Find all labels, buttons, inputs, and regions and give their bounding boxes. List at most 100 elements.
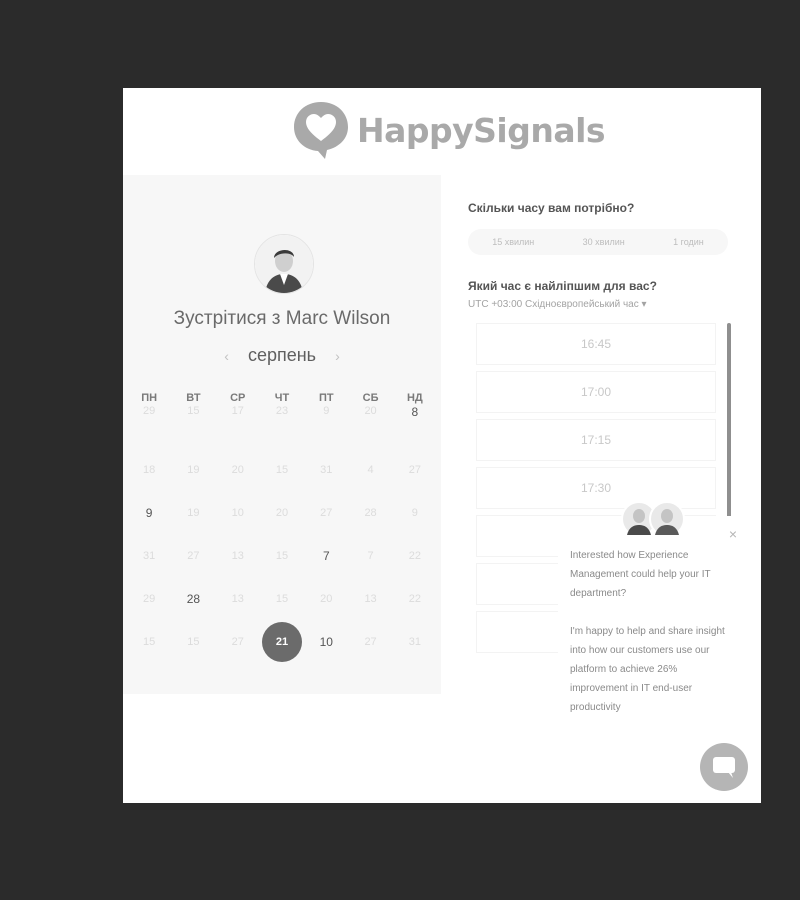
duration-option-30[interactable]: 30 хвилин [583, 237, 625, 247]
calendar-day-number: 13 [231, 549, 244, 562]
calendar-day-number: 27 [364, 635, 377, 648]
calendar-day: 31 [127, 534, 171, 577]
calendar-day: 28 [348, 491, 392, 534]
calendar-day: 10 [216, 491, 260, 534]
calendar-day: 13 [216, 534, 260, 577]
calendar-day-number: 19 [187, 506, 200, 519]
calendar-day[interactable]: 8 [393, 405, 437, 448]
duration-question: Скільки часу вам потрібно? [468, 201, 635, 215]
calendar-day: 19 [171, 448, 215, 491]
calendar-day: 9 [393, 491, 437, 534]
close-icon[interactable]: × [729, 526, 737, 542]
calendar-day: 15 [260, 448, 304, 491]
happysignals-logo: HappySignals [291, 98, 606, 162]
calendar-day-number: 8 [411, 405, 419, 419]
calendar-day-number: 29 [143, 405, 156, 417]
month-label: серпень [247, 345, 317, 365]
calendar-day-number: 31 [320, 463, 333, 476]
calendar-day[interactable]: 28 [171, 577, 215, 620]
calendar-panel: Зустрітися з Marc Wilson ‹ серпень › ПН … [123, 175, 441, 694]
calendar-day: 31 [304, 448, 348, 491]
duration-option-60[interactable]: 1 годин [673, 237, 704, 247]
calendar-day-number: 15 [275, 592, 289, 605]
logo-text: HappySignals [357, 110, 606, 150]
agent-avatars [621, 501, 687, 537]
calendar-day: 22 [393, 534, 437, 577]
time-list-scrollbar[interactable] [727, 323, 731, 520]
calendar-day: 22 [393, 577, 437, 620]
chat-popup: × Interested how Experience Management c… [558, 501, 741, 726]
meeting-title: Зустрітися з Marc Wilson [173, 308, 391, 329]
calendar-day-number: 18 [143, 463, 156, 476]
calendar-day-number: 23 [275, 405, 289, 417]
time-slot[interactable]: 16:45 [476, 323, 716, 365]
calendar-day: 20 [216, 448, 260, 491]
calendar-day: 18 [127, 448, 171, 491]
weekday-label: ПН [141, 392, 158, 404]
time-question: Який час є найліпшим для вас? [468, 279, 657, 293]
calendar-day: 17 [216, 405, 260, 448]
calendar-day-number: 9 [323, 405, 330, 417]
calendar-day[interactable]: 7 [304, 534, 348, 577]
popup-text-2: I'm happy to help and share insight into… [570, 626, 725, 713]
calendar-day[interactable]: 10 [304, 620, 348, 663]
calendar-day-number: 10 [319, 634, 333, 649]
popup-message: Interested how Experience Management cou… [570, 546, 736, 736]
duration-option-15[interactable]: 15 хвилин [492, 237, 534, 247]
chat-launcher-button[interactable] [700, 743, 748, 791]
calendar-day-number: 20 [320, 592, 333, 605]
calendar-day-number: 15 [187, 405, 200, 417]
calendar-day-number: 15 [187, 635, 200, 648]
weekday-label: НД [406, 392, 423, 404]
chat-bubble-icon [713, 757, 735, 778]
calendar-day: 13 [348, 577, 392, 620]
calendar-day: 27 [216, 620, 260, 663]
calendar-day-number: 4 [367, 463, 374, 476]
calendar-day-number: 28 [186, 591, 201, 606]
weekday-label: ЧТ [274, 392, 290, 404]
timezone-dropdown[interactable]: UTC +03:00 Східноєвропейський час ▾ [468, 299, 647, 310]
host-avatar [254, 234, 314, 294]
calendar-day-number: 31 [143, 549, 156, 562]
prev-month-button[interactable]: ‹ [224, 348, 229, 364]
heart-bubble-icon [294, 102, 348, 159]
time-slot[interactable]: 17:15 [476, 419, 716, 461]
calendar-day: 15 [171, 405, 215, 448]
calendar-day-number: 7 [322, 548, 330, 563]
calendar-day-number: 10 [231, 506, 244, 519]
calendar-day[interactable]: 9 [127, 491, 171, 534]
calendar-day-number: 15 [275, 549, 289, 562]
chevron-down-icon: ▾ [641, 299, 647, 310]
calendar-day-number: 13 [231, 592, 244, 605]
calendar-day-number: 27 [231, 635, 244, 648]
calendar-days-grid: 29 15 17 23 9 20 8 18 19 20 15 31 4 27 9 19 10 20 27 28 9 31 2… [127, 405, 437, 663]
weekday-label: ПТ [318, 392, 334, 404]
calendar-day-number: 22 [408, 549, 421, 562]
calendar-day-number: 20 [231, 463, 244, 476]
calendar-day: 15 [260, 534, 304, 577]
calendar-day: 20 [304, 577, 348, 620]
calendar-day-selected[interactable]: 21 [260, 620, 304, 663]
next-month-button[interactable]: › [335, 348, 340, 364]
weekday-label: СР [230, 392, 246, 404]
calendar-day-number: 31 [408, 635, 421, 648]
calendar-day-number: 28 [364, 506, 377, 519]
calendar-day-number: 9 [411, 506, 418, 519]
weekday-label: ВТ [186, 392, 201, 404]
time-slot[interactable]: 17:00 [476, 371, 716, 413]
duration-selector: 15 хвилин 30 хвилин 1 годин [468, 229, 728, 255]
calendar-day-number: 27 [320, 506, 333, 519]
calendar-day-number: 20 [364, 405, 377, 417]
calendar-day-number: 15 [143, 635, 156, 648]
calendar-day-number: 20 [275, 506, 289, 519]
calendar-day: 20 [260, 491, 304, 534]
calendar-day: 31 [393, 620, 437, 663]
popup-text-1: Interested how Experience Management cou… [570, 550, 711, 599]
calendar-day-number: 21 [275, 635, 289, 648]
month-navigation: ‹ серпень › [123, 345, 441, 366]
calendar-day-number: 22 [408, 592, 421, 605]
calendar-day-number: 9 [145, 505, 153, 520]
calendar-day-number: 17 [231, 405, 244, 417]
calendar-day: 7 [348, 534, 392, 577]
calendar-day-number: 7 [367, 549, 374, 562]
